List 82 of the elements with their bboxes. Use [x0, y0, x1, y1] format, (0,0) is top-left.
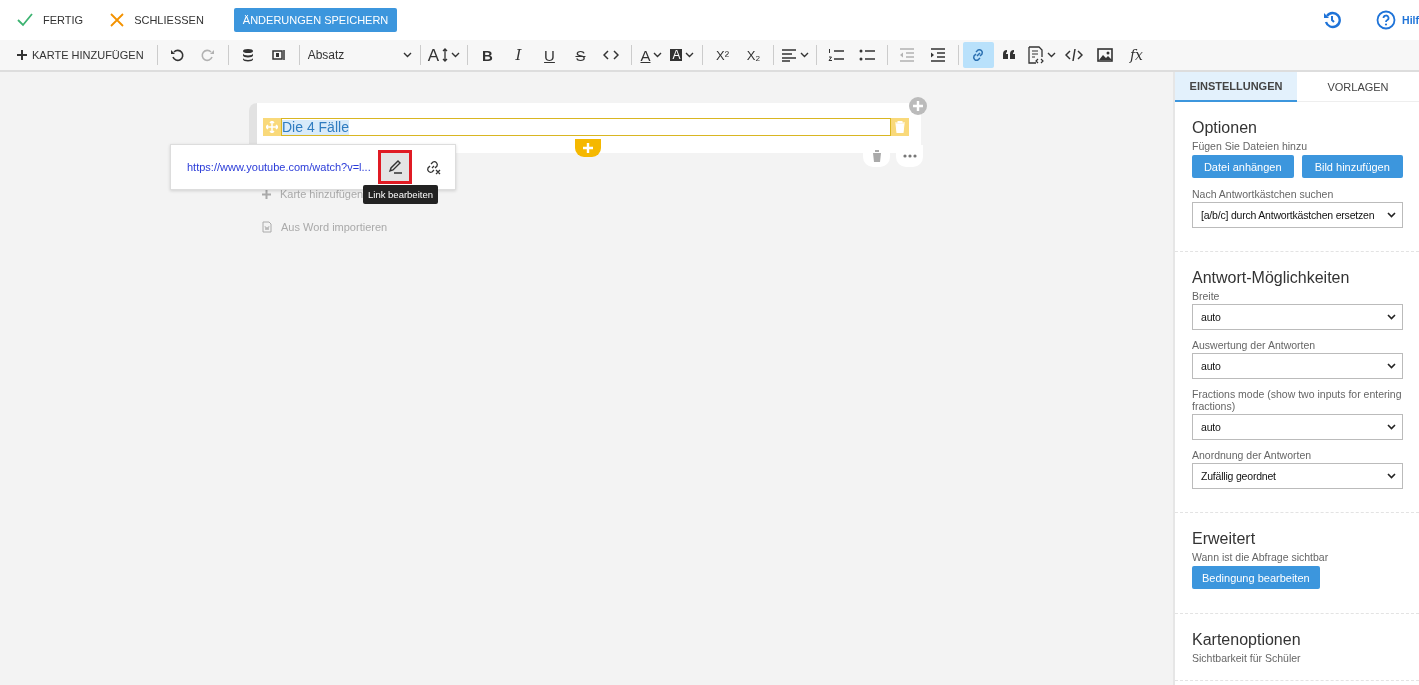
- tooltip: Link bearbeiten: [363, 185, 438, 204]
- italic-button[interactable]: I: [503, 42, 534, 68]
- code-icon: [603, 49, 620, 61]
- underline-button[interactable]: U: [534, 42, 565, 68]
- move-handle[interactable]: [263, 118, 281, 136]
- field-label: Anordnung der Antworten: [1192, 449, 1313, 461]
- field-label: Breite: [1192, 290, 1221, 302]
- dropdown[interactable]: [a/b/c] durch Antwortkästchen ersetzen: [1192, 202, 1403, 228]
- section-title: Antwort-Möglichkeiten: [1192, 269, 1351, 287]
- plus-icon: [262, 189, 271, 199]
- align-left-icon: [781, 48, 797, 62]
- plus-icon: [583, 143, 593, 153]
- color-button[interactable]: A: [636, 42, 667, 68]
- more-icon: [902, 154, 917, 158]
- highlight-button[interactable]: A: [667, 42, 698, 68]
- card-title-field[interactable]: Die 4 Fälle: [281, 118, 891, 136]
- dropdown[interactable]: auto: [1192, 353, 1403, 379]
- database-icon: [242, 48, 255, 62]
- document-icon: [262, 221, 272, 233]
- dropdown[interactable]: auto: [1192, 414, 1403, 440]
- fontsize-button[interactable]: A: [424, 42, 463, 68]
- sub-button[interactable]: X₂: [738, 42, 769, 68]
- paragraph-format-dropdown[interactable]: Absatz: [303, 48, 416, 62]
- caret-icon: [653, 52, 663, 58]
- caret-icon: [1387, 473, 1396, 479]
- caret-icon: [402, 52, 412, 58]
- link-url[interactable]: https://www.youtube.com/watch?v=l...: [187, 161, 377, 173]
- caret-icon: [685, 52, 695, 58]
- arrows-icon: [442, 48, 448, 62]
- history-icon[interactable]: [1323, 11, 1342, 29]
- undo-icon: [170, 48, 185, 62]
- link-button[interactable]: [963, 42, 994, 68]
- quote-icon: [1002, 49, 1017, 61]
- pencil-icon: [387, 159, 403, 175]
- source-code-icon: [1065, 48, 1084, 62]
- panel-tab[interactable]: EINSTELLUNGEN: [1175, 72, 1297, 102]
- frame-icon: [272, 48, 287, 62]
- panel-tab[interactable]: VORLAGEN: [1297, 72, 1419, 102]
- dropdown[interactable]: auto: [1192, 304, 1403, 330]
- add-card-button[interactable]: KARTE HINZUFÜGEN: [17, 49, 144, 61]
- caret-icon: [451, 52, 460, 58]
- hint-text: Wann ist die Abfrage sichtbar: [1192, 551, 1330, 563]
- help-link[interactable]: Hilf: [1402, 14, 1419, 26]
- template-icon: [1028, 46, 1044, 64]
- redo-icon: [201, 48, 216, 62]
- image-icon: [1097, 48, 1114, 62]
- plus-icon: [913, 101, 923, 111]
- caret-icon: [800, 52, 809, 58]
- caret-icon: [1047, 52, 1056, 58]
- caret-icon: [1387, 424, 1396, 430]
- field-label: Nach Antwortkästchen suchen: [1192, 188, 1335, 200]
- edit-link-button[interactable]: [378, 150, 412, 184]
- help-icon[interactable]: [1376, 10, 1397, 30]
- bold-button[interactable]: B: [472, 42, 503, 68]
- section-title: Erweitert: [1192, 530, 1257, 548]
- top-action[interactable]: FERTIG: [17, 13, 84, 27]
- trash-icon: [895, 121, 905, 133]
- unlink-icon[interactable]: [425, 159, 441, 175]
- check-icon: [17, 13, 33, 27]
- top-action[interactable]: SCHLIESSEN: [110, 13, 204, 27]
- formula-button[interactable]: fx: [1121, 42, 1152, 68]
- sup-button[interactable]: X²: [707, 42, 738, 68]
- move-icon: [266, 121, 278, 133]
- delete-field-button[interactable]: [891, 118, 909, 136]
- field-label: Fractions mode (show two inputs for entering fractions): [1192, 388, 1403, 412]
- trash-icon: [871, 150, 882, 162]
- indent-icon: [930, 48, 947, 62]
- outdent-icon: [899, 48, 916, 62]
- strike-button[interactable]: S: [565, 42, 596, 68]
- section-title: Kartenoptionen: [1192, 631, 1302, 649]
- close-icon: [110, 13, 125, 27]
- dropdown[interactable]: Zufällig geordnet: [1192, 463, 1403, 489]
- hint-text: Sichtbarkeit für Schüler: [1192, 652, 1302, 664]
- field-label: Auswertung der Antworten: [1192, 339, 1317, 351]
- section-title: Optionen: [1192, 119, 1258, 137]
- caret-icon: [1387, 363, 1396, 369]
- caret-icon: [1387, 314, 1396, 320]
- hint-text: Fügen Sie Dateien hinzu: [1192, 140, 1308, 152]
- numbered-list-icon: [828, 48, 845, 62]
- caret-icon: [1387, 212, 1396, 218]
- plus-icon: [17, 50, 27, 60]
- bullet-list-icon: [859, 48, 876, 62]
